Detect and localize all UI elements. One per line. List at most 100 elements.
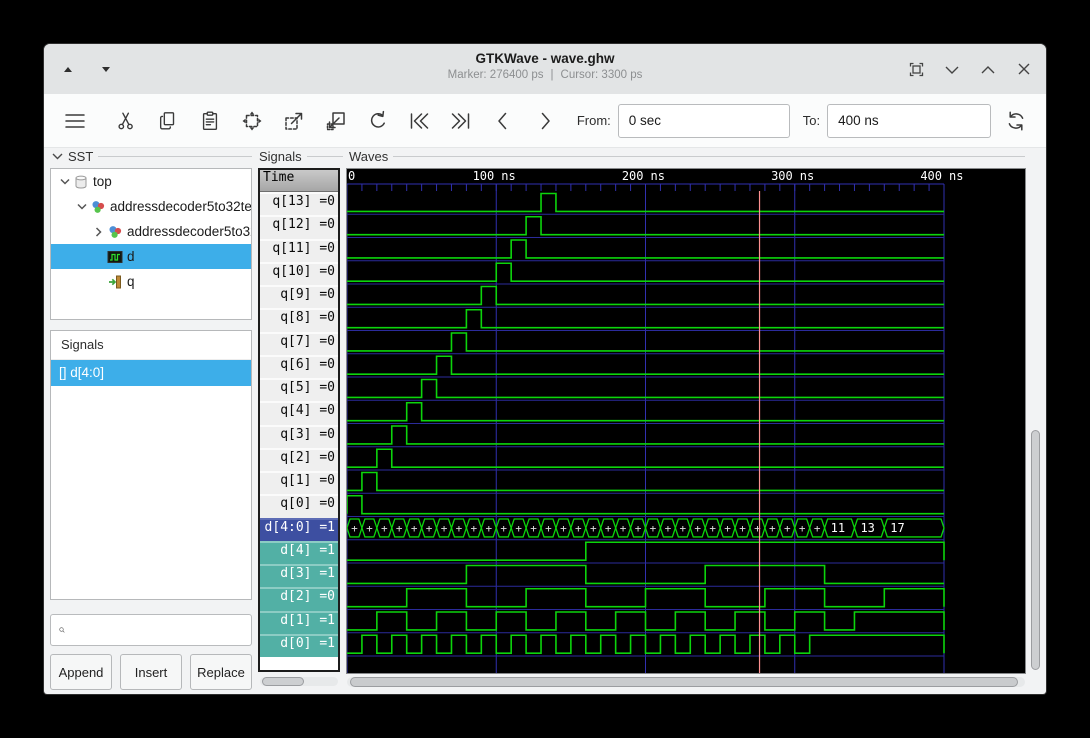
signal-name-row[interactable]: q[6] =0 bbox=[260, 355, 338, 378]
toolbar: From: To: bbox=[44, 94, 1046, 148]
paste-button[interactable] bbox=[194, 103, 226, 139]
signal-name-row[interactable]: q[2] =0 bbox=[260, 448, 338, 471]
to-input[interactable] bbox=[827, 104, 991, 138]
time-header[interactable]: Time bbox=[260, 170, 338, 192]
signal-name-row[interactable]: d[0] =1 bbox=[260, 634, 338, 657]
signal-name-row[interactable]: q[5] =0 bbox=[260, 378, 338, 401]
tree-item-top[interactable]: top bbox=[51, 169, 251, 194]
svg-text:+: + bbox=[530, 522, 537, 535]
svg-text:200: 200 bbox=[622, 169, 644, 183]
tree-item-label: addressdecoder5to32 bbox=[127, 224, 251, 239]
svg-text:+: + bbox=[724, 522, 731, 535]
search-input[interactable] bbox=[71, 616, 251, 644]
expander-icon[interactable] bbox=[74, 203, 89, 210]
signal-name-row[interactable]: q[11] =0 bbox=[260, 239, 338, 262]
zoom-in-button[interactable] bbox=[278, 103, 310, 139]
signal-name-row[interactable]: q[7] =0 bbox=[260, 332, 338, 355]
tree-item-addressdecoder5to32[interactable]: addressdecoder5to32 bbox=[51, 219, 251, 244]
svg-text:+: + bbox=[441, 522, 448, 535]
svg-text:ns: ns bbox=[501, 169, 515, 183]
cut-button[interactable] bbox=[111, 103, 143, 139]
zoom-fit-button[interactable] bbox=[236, 103, 268, 139]
from-label: From: bbox=[577, 113, 611, 128]
signal-name-row[interactable]: q[13] =0 bbox=[260, 192, 338, 215]
svg-text:+: + bbox=[709, 522, 716, 535]
window-status: Marker: 276400 ps|Cursor: 3300 ps bbox=[44, 68, 1046, 83]
svg-text:+: + bbox=[799, 522, 806, 535]
signal-name-row[interactable]: q[10] =0 bbox=[260, 262, 338, 285]
signals-list-item[interactable]: [] d[4:0] bbox=[51, 360, 251, 386]
wave-hscrollbar[interactable] bbox=[347, 677, 1025, 687]
wave-vscrollbar[interactable] bbox=[1030, 168, 1041, 672]
close-button[interactable] bbox=[1014, 59, 1034, 79]
signal-name-row[interactable]: q[4] =0 bbox=[260, 401, 338, 424]
window-title: GTKWave - wave.ghw bbox=[44, 50, 1046, 68]
go-to-start-button[interactable] bbox=[404, 103, 436, 139]
signal-name-row[interactable]: d[3] =1 bbox=[260, 564, 338, 587]
svg-text:+: + bbox=[769, 522, 776, 535]
signal-name-row[interactable]: q[8] =0 bbox=[260, 308, 338, 331]
signal-name-row[interactable]: q[1] =0 bbox=[260, 471, 338, 494]
svg-text:+: + bbox=[381, 522, 388, 535]
replace-button[interactable]: Replace bbox=[190, 654, 252, 690]
gtkwave-window: GTKWave - wave.ghw Marker: 276400 ps|Cur… bbox=[44, 44, 1046, 694]
svg-text:+: + bbox=[679, 522, 686, 535]
svg-text:+: + bbox=[620, 522, 627, 535]
signal-name-row[interactable]: q[12] =0 bbox=[260, 215, 338, 238]
from-input[interactable] bbox=[618, 104, 790, 138]
expander-icon[interactable] bbox=[57, 178, 72, 185]
menu-button[interactable] bbox=[58, 103, 93, 139]
maximize-button[interactable] bbox=[978, 59, 998, 79]
append-button[interactable]: Append bbox=[50, 654, 112, 690]
signal-name-row[interactable]: d[4] =1 bbox=[260, 541, 338, 564]
zoom-out-button[interactable] bbox=[320, 103, 352, 139]
wave-canvas[interactable]: 0100ns200ns300ns400ns+++++++++++++++++++… bbox=[347, 169, 1025, 673]
action-buttons: Append Insert Replace bbox=[50, 654, 252, 690]
sst-collapse-icon bbox=[52, 153, 63, 160]
svg-text:300: 300 bbox=[771, 169, 793, 183]
svg-text:ns: ns bbox=[949, 169, 963, 183]
names-hscrollbar-thumb[interactable] bbox=[262, 677, 304, 686]
shift-left-button[interactable] bbox=[487, 103, 519, 139]
names-hscrollbar[interactable] bbox=[260, 677, 338, 686]
wave-hscrollbar-thumb[interactable] bbox=[350, 677, 1018, 687]
svg-text:ns: ns bbox=[651, 169, 665, 183]
expander-icon[interactable] bbox=[91, 227, 106, 237]
signal-name-row[interactable]: q[3] =0 bbox=[260, 425, 338, 448]
tree-item-label: addressdecoder5to32tes bbox=[110, 199, 251, 214]
signal-name-row[interactable]: d[2] =0 bbox=[260, 587, 338, 610]
sst-frame-label[interactable]: SST bbox=[52, 149, 252, 163]
to-label: To: bbox=[803, 113, 820, 128]
marker-status: Marker: 276400 ps bbox=[448, 69, 544, 81]
signal-name-row[interactable]: q[9] =0 bbox=[260, 285, 338, 308]
titlebar[interactable]: GTKWave - wave.ghw Marker: 276400 ps|Cur… bbox=[44, 44, 1046, 95]
tree-item-d[interactable]: d bbox=[51, 244, 251, 269]
svg-text:+: + bbox=[396, 522, 403, 535]
sst-frame-title: SST bbox=[68, 149, 93, 164]
cursor-status: Cursor: 3300 ps bbox=[561, 69, 643, 81]
tree-item-addressdecoder5to32tes[interactable]: addressdecoder5to32tes bbox=[51, 194, 251, 219]
insert-button[interactable]: Insert bbox=[120, 654, 182, 690]
svg-text:+: + bbox=[575, 522, 582, 535]
minimize-button[interactable] bbox=[942, 59, 962, 79]
svg-text:13: 13 bbox=[860, 521, 874, 535]
port-icon bbox=[106, 274, 124, 290]
svg-text:0: 0 bbox=[348, 169, 355, 183]
wave-area[interactable]: 0100ns200ns300ns400ns+++++++++++++++++++… bbox=[346, 168, 1026, 674]
go-to-end-button[interactable] bbox=[445, 103, 477, 139]
shift-right-button[interactable] bbox=[529, 103, 561, 139]
main-area: SST top addressdecoder5to32tes addressdeco… bbox=[44, 148, 1046, 694]
copy-button[interactable] bbox=[153, 103, 185, 139]
names-frame-label: Signals bbox=[259, 149, 343, 163]
svg-text:11: 11 bbox=[831, 521, 845, 535]
reload-button[interactable] bbox=[1000, 103, 1032, 139]
signal-search-box[interactable] bbox=[50, 614, 252, 646]
tree-item-q[interactable]: q bbox=[51, 269, 251, 294]
keep-above-icon[interactable] bbox=[906, 59, 926, 79]
signal-name-row[interactable]: q[0] =0 bbox=[260, 494, 338, 517]
signal-name-row[interactable]: d[4:0] =1 bbox=[260, 518, 338, 541]
signal-name-row[interactable]: d[1] =1 bbox=[260, 611, 338, 634]
sst-tree: top addressdecoder5to32tes addressdecoder5… bbox=[50, 168, 252, 320]
undo-button[interactable] bbox=[362, 103, 394, 139]
wave-vscrollbar-thumb[interactable] bbox=[1031, 430, 1040, 670]
